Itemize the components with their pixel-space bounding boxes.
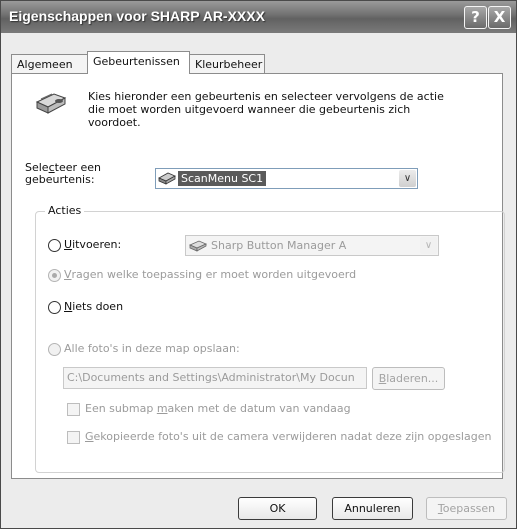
intro-line-2: die moet worden uitgevoerd wanneer die g… [88,103,411,116]
ask-radio[interactable] [48,269,61,282]
actions-legend: Acties [45,204,85,217]
event-select-label: Selecteer een gebeurtenis: [25,161,102,186]
tab-gebeurtenissen[interactable]: Gebeurtenissen [87,51,190,74]
chevron-down-icon[interactable]: ∨ [420,237,437,254]
browse-button[interactable]: Bladeren... [372,367,445,390]
run-label[interactable]: Uitvoeren: [64,238,121,251]
intro-text: Kies hieronder een gebeurtenis en select… [88,90,444,129]
delete-after-copy-label[interactable]: Gekopieerde foto's uit de camera verwijd… [85,430,491,443]
do-nothing-radio[interactable] [48,301,61,314]
tab-algemeen[interactable]: Algemeen [11,54,88,74]
scanner-small-icon [189,240,207,252]
save-all-radio[interactable] [48,343,61,356]
apply-button[interactable]: Toepassen [426,497,507,520]
scanner-small-icon [158,172,176,185]
window-title: Eigenschappen voor SHARP AR-XXXX [9,8,265,24]
delete-after-copy-checkbox[interactable] [67,431,80,444]
do-nothing-label[interactable]: Niets doen [64,300,123,313]
ask-label[interactable]: Vragen welke toepassing er moet worden u… [64,268,356,281]
close-button[interactable]: X [488,6,511,29]
scanner-icon [35,93,67,114]
events-tab-panel: Kies hieronder een gebeurtenis en select… [11,73,505,479]
run-radio[interactable] [48,239,61,252]
event-select[interactable]: ScanMenu SC1 ∨ [155,168,418,189]
cancel-button[interactable]: Annuleren [332,497,413,520]
help-icon: ? [471,8,480,26]
close-icon: X [493,8,506,26]
title-bar[interactable]: Eigenschappen voor SHARP AR-XXXX ? X [1,1,516,33]
save-all-label[interactable]: Alle foto's in deze map opslaan: [64,342,240,355]
application-select[interactable]: Sharp Button Manager A ∨ [185,235,439,256]
ok-button[interactable]: OK [238,497,317,520]
intro-line-1: Kies hieronder een gebeurtenis en select… [88,90,444,103]
submap-label[interactable]: Een submap maken met de datum van vandaa… [85,402,351,415]
folder-path-input[interactable]: C:\Documents and Settings\Administrator\… [63,367,367,389]
application-select-value: Sharp Button Manager A [211,239,347,252]
intro-line-3: voordoet. [88,116,141,129]
tab-kleurbeheer[interactable]: Kleurbeheer [189,54,265,74]
help-button[interactable]: ? [464,6,487,29]
properties-dialog: Eigenschappen voor SHARP AR-XXXX ? X Alg… [0,0,517,529]
submap-checkbox[interactable] [67,403,80,416]
chevron-down-icon[interactable]: ∨ [399,170,416,187]
event-select-value: ScanMenu SC1 [178,171,267,186]
